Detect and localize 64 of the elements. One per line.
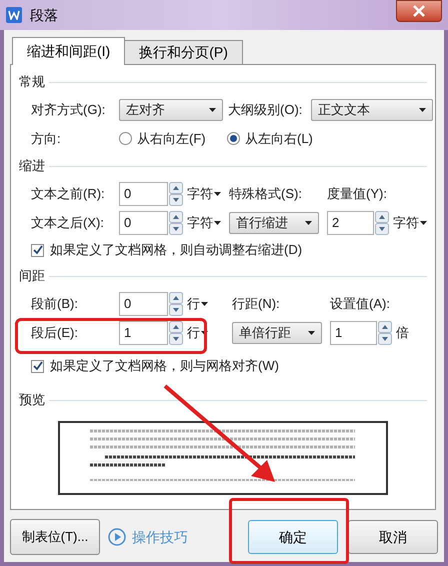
checkbox-label: 如果定义了文档网格，则与网格对齐(W) (50, 357, 279, 376)
dropdown[interactable]: 首行缩进 (229, 212, 319, 234)
field-label: 度量值(Y): (327, 184, 387, 203)
number-field[interactable]: 0 (119, 292, 168, 316)
caret-icon (209, 108, 216, 112)
spin-buttons[interactable] (169, 182, 183, 206)
spin-buttons[interactable] (169, 210, 183, 234)
dropdown[interactable]: 左对齐 (119, 98, 223, 120)
section-heading: 常规 (19, 73, 45, 92)
spin-buttons[interactable] (378, 320, 392, 344)
field-label: 段前(B): (31, 294, 79, 313)
unit-dropdown[interactable]: 行 (187, 322, 208, 342)
tab-stops-button[interactable]: 制表位(T)... (10, 519, 100, 555)
tab[interactable]: 缩进和间距(I) (12, 37, 126, 65)
field-label: 段后(E): (31, 324, 79, 342)
caret-icon (308, 330, 315, 334)
unit-dropdown[interactable]: 字符 (187, 184, 221, 204)
unit-dropdown[interactable]: 行 (187, 294, 208, 314)
window-title: 段落 (30, 6, 58, 24)
field-label: 对齐方式(G): (31, 100, 106, 119)
radio-label: 从右向左(F) (137, 130, 207, 148)
section-heading: 缩进 (19, 157, 45, 176)
field-label: 文本之后(X): (31, 214, 105, 232)
number-field[interactable]: 0 (119, 182, 168, 206)
caret-icon (201, 330, 208, 334)
dropdown[interactable]: 正文文本 (311, 98, 433, 120)
caret-icon (419, 108, 426, 112)
unit-dropdown[interactable]: 字符 (187, 212, 221, 232)
radio-button[interactable] (227, 132, 240, 145)
field-label: 大纲级别(O): (228, 100, 304, 119)
dropdown[interactable]: 单倍行距 (232, 322, 322, 344)
radio-label: 从左向右(L) (245, 130, 313, 148)
section-heading: 预览 (19, 391, 45, 410)
tab[interactable]: 换行和分页(P) (125, 40, 243, 64)
number-field[interactable]: 2 (327, 210, 374, 234)
caret-icon (305, 220, 312, 224)
caret-icon (420, 220, 427, 224)
spin-buttons[interactable] (375, 210, 389, 234)
ok-button[interactable]: 确定 (248, 520, 338, 554)
app-logo-icon (6, 7, 22, 23)
unit-label: 倍 (396, 324, 409, 342)
caret-icon (214, 192, 221, 196)
cancel-button[interactable]: 取消 (348, 520, 438, 554)
field-label: 特殊格式(S): (229, 184, 303, 203)
close-button[interactable] (396, 0, 442, 22)
number-field[interactable]: 1 (119, 320, 168, 344)
field-label: 行距(N): (232, 294, 281, 313)
checkbox-label: 如果定义了文档网格，则自动调整右缩进(D) (50, 241, 302, 260)
unit-dropdown[interactable]: 字符 (393, 212, 427, 232)
field-label: 设置值(A): (330, 294, 390, 313)
spin-buttons[interactable] (169, 320, 183, 344)
field-label: 方向: (31, 130, 62, 148)
close-icon (412, 5, 426, 17)
number-field[interactable]: 1 (330, 320, 377, 344)
play-icon (108, 528, 126, 546)
checkbox[interactable] (31, 244, 44, 256)
checkbox[interactable] (31, 360, 44, 372)
radio-button[interactable] (119, 132, 132, 145)
field-label: 文本之前(R): (31, 184, 106, 203)
number-field[interactable]: 0 (119, 210, 168, 234)
caret-icon (201, 302, 208, 306)
section-heading: 间距 (19, 267, 45, 286)
spin-buttons[interactable] (169, 292, 183, 316)
caret-icon (214, 220, 221, 224)
